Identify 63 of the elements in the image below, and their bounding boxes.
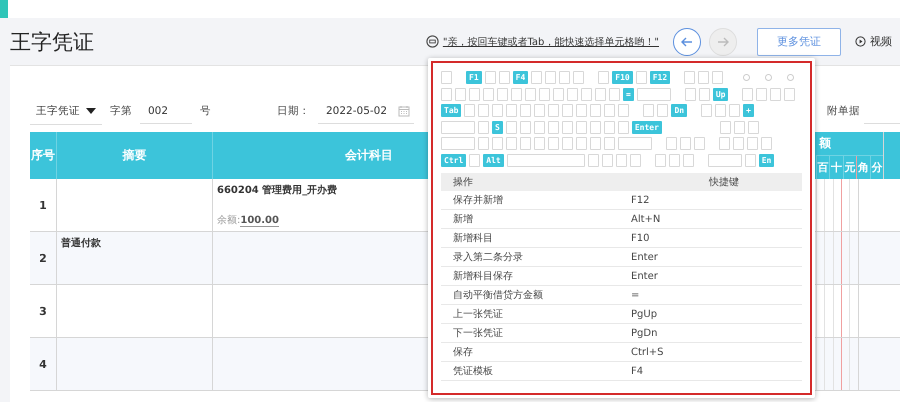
keyboard-key: Ctrl [441,154,466,167]
video-link[interactable]: 视频 [855,34,892,49]
action-cell-text: 新增 [453,212,474,226]
balance-value: 100.00 [240,215,279,227]
number-suffix-label: 号 [200,104,211,118]
date-field[interactable]: 2022-05-02 [318,98,414,124]
digit-header: 角 [856,156,870,179]
shortcut-cell: Alt+N [631,214,660,224]
keyboard-key: Enter [632,120,662,134]
column-header: 额 [818,135,832,152]
number-field[interactable]: 002 [140,98,192,124]
digit-header: 分 [870,156,884,179]
keyboard-key: F12 [650,71,670,84]
shortcut-cell: Enter [631,252,658,262]
column-header: 摘要 [57,132,213,179]
shortcut-cell: F4 [631,366,644,376]
row-number: 4 [39,358,47,370]
column-header: 会计科目 [345,147,393,164]
balance-label: 余额: [217,215,240,226]
summary-cell: 普通付款 [61,238,101,249]
keyboard-key: Alt [483,154,504,167]
digit-header: 元 [842,156,856,179]
page-title: 王字凭证 [10,28,94,56]
action-cell-text: 新增科目 [453,232,494,245]
action-cell-text: 保存并新增 [453,194,504,207]
number-prefix-label: 字第 [110,104,132,118]
action-cell-text: 自动平衡借贷方金额 [453,288,544,302]
action-cell-text: 新增科目保存 [453,270,514,283]
digit-header: 十 [829,156,843,179]
action-cell-text: 录入第二条分录 [453,250,524,264]
column-header: 快捷键 [709,176,739,189]
row-number: 2 [39,252,47,264]
attachments-label: 附单据 [827,104,860,118]
shortcut-cell: PgUp [631,308,658,320]
keyboard-key: S [492,120,503,134]
voucher-type-select[interactable]: 王字凭证 [30,98,102,124]
shortcut-cell: Ctrl+S [631,346,664,358]
keyboard-key: F4 [512,71,528,84]
keyboard-key: En [758,154,774,167]
action-cell-text: 下一张凭证 [453,326,504,340]
digit-header: 百 [816,156,830,179]
column-header: 序号 [30,132,57,179]
shortcut-cell: PgDn [631,328,658,338]
keyboard-key: Up [712,88,728,101]
keyboard-key: = [623,88,634,101]
shortcut-cell: F12 [631,194,650,206]
action-cell-text: 凭证模板 [453,364,494,378]
hint-link[interactable]: "亲，按回车键或者Tab，能快速选择单元格哟！" [442,34,659,48]
keyboard-key: F1 [466,71,482,84]
keyboard-key: Dn [671,104,688,118]
date-label: 日期： [277,104,310,118]
column-header: 操作 [453,176,474,189]
keyboard-key: Tab [441,104,462,118]
subject-cell-text: 660204 管理费用_开办费 [217,184,338,197]
keyboard-key: + [743,104,754,118]
row-number: 1 [39,198,47,212]
keyboard-key: F10 [612,71,633,84]
shortcut-cell: F10 [631,232,650,244]
action-cell-text: 保存 [453,346,474,359]
action-cell-text: 上一张凭证 [453,308,504,321]
shortcut-cell: = [631,290,640,300]
shortcut-cell: Enter [631,270,658,282]
row-number: 3 [39,304,47,318]
